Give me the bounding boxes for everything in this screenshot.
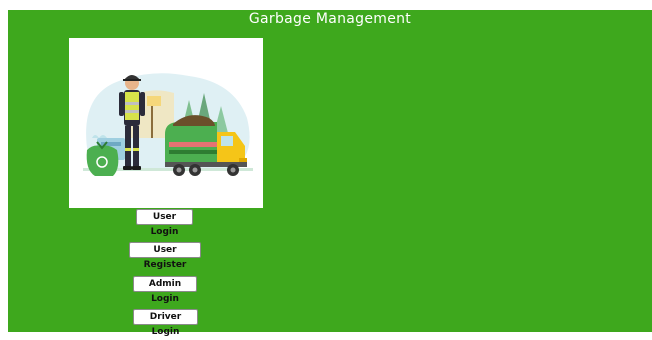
page-title: Garbage Management [248, 11, 412, 27]
user-login-button[interactable]: User Login [136, 209, 193, 237]
driver-login-button[interactable]: Driver Login [133, 309, 198, 337]
admin-login-button[interactable]: Admin Login [133, 276, 197, 304]
hero-illustration [69, 38, 263, 208]
garbage-worker-truck-illustration [83, 73, 253, 176]
user-register-button[interactable]: User Register [129, 242, 201, 270]
app-container: Garbage Management User Login User Regis… [8, 10, 652, 337]
